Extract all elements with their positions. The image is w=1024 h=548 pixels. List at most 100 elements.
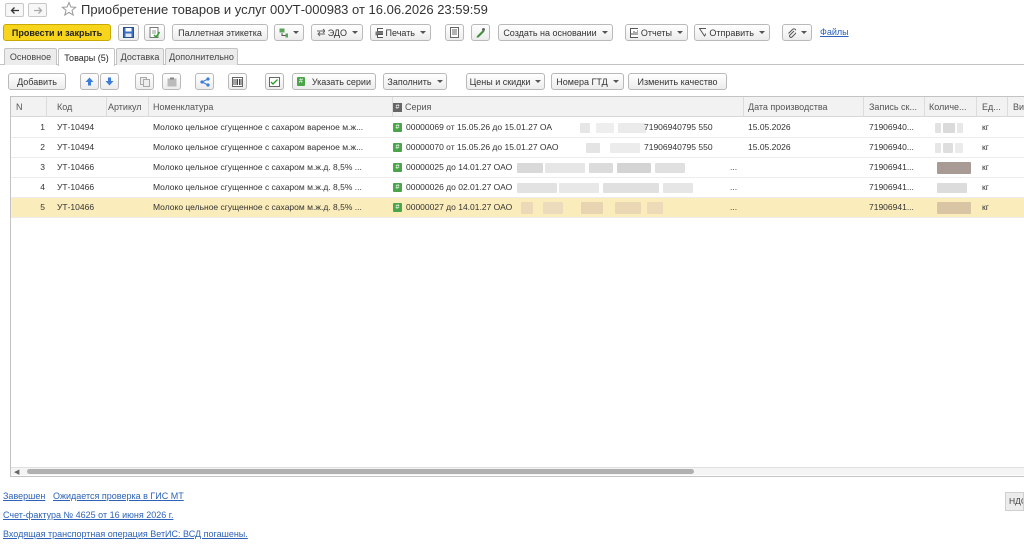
column-header-series[interactable]: # Серия	[388, 97, 744, 117]
main-toolbar: Провести и закрыть Паллетная этикетка ЭД…	[0, 22, 1024, 44]
cell-record: 71906941...	[869, 202, 914, 212]
series-text: 00000027 до 14.01.27 ОАО	[406, 202, 513, 212]
cell-nomenclature: Молоко цельное сгущенное с сахаром м.ж.д…	[153, 182, 362, 192]
redacted-block	[937, 161, 971, 174]
cell-unit: кг	[982, 142, 989, 152]
specify-series-button[interactable]: # Указать серии	[292, 73, 376, 90]
cell-code: УТ-10494	[57, 142, 95, 152]
share-icon	[199, 76, 210, 87]
chevron-down-icon	[436, 80, 443, 83]
column-header-nomenclature[interactable]: Номенклатура	[148, 97, 393, 117]
cell-production-date: 15.05.2026	[748, 122, 791, 132]
structure-button[interactable]	[274, 24, 304, 41]
arrow-left-icon	[10, 7, 19, 14]
redacted-block	[542, 201, 563, 214]
favorite-star-icon[interactable]	[61, 1, 77, 17]
pallet-label-button[interactable]: Паллетная этикетка	[172, 24, 268, 41]
post-button[interactable]	[144, 24, 165, 41]
tab-main[interactable]: Основное	[4, 48, 57, 65]
redacted-block	[935, 122, 941, 133]
column-header-n[interactable]: N	[11, 97, 47, 117]
chevron-down-icon	[601, 31, 608, 34]
gis-mt-check-link[interactable]: Ожидается проверка в ГИС МТ	[53, 491, 184, 501]
column-header-code[interactable]: Код	[52, 97, 107, 117]
move-down-button[interactable]	[100, 73, 119, 90]
cell-n: 2	[40, 142, 45, 152]
redacted-block	[957, 122, 963, 133]
edo-button[interactable]: ЭДО	[311, 24, 363, 41]
back-button[interactable]	[5, 3, 24, 17]
vetis-link[interactable]: Входящая транспортная операция ВетИС: ВС…	[3, 529, 248, 539]
redacted-block	[646, 201, 663, 214]
column-header-quantity[interactable]: Количе...	[924, 97, 977, 117]
check-series-button[interactable]	[265, 73, 284, 90]
tab-delivery[interactable]: Доставка	[116, 48, 164, 65]
move-up-button[interactable]	[80, 73, 99, 90]
cell-article	[103, 118, 148, 137]
print-button[interactable]: Печать	[370, 24, 431, 41]
pencil-check-icon	[476, 28, 485, 38]
files-link[interactable]: Файлы	[820, 27, 849, 37]
series-text: 00000025 до 14.01.27 ОАО	[406, 162, 513, 172]
change-quality-button[interactable]: Изменить качество	[628, 73, 727, 90]
cell-production-date	[743, 178, 864, 197]
movements-button[interactable]	[445, 24, 464, 41]
arrow-down-icon	[105, 77, 114, 86]
gtd-numbers-button[interactable]: Номера ГТД	[551, 73, 624, 90]
table-row[interactable]: 2 УТ-10494 Молоко цельное сгущенное с са…	[11, 138, 1024, 158]
chevron-down-icon	[352, 31, 358, 34]
fill-button[interactable]: Заполнить	[383, 73, 447, 90]
cell-unit: кг	[982, 122, 989, 132]
attach-button[interactable]	[782, 24, 812, 41]
specify-series-label: Указать серии	[311, 76, 371, 87]
column-header-record[interactable]: Запись ск...	[864, 97, 925, 117]
chevron-down-icon	[535, 80, 542, 83]
tab-additional[interactable]: Дополнительно	[165, 48, 238, 65]
column-header-series-label: Серия	[405, 102, 432, 112]
reports-button[interactable]: Отчеты	[625, 24, 688, 41]
scrollbar-thumb[interactable]	[27, 469, 694, 474]
split-row-button[interactable]	[195, 73, 214, 90]
cell-nomenclature: Молоко цельное сгущенное с сахаром варен…	[153, 142, 364, 152]
table-row[interactable]: 3 УТ-10466 Молоко цельное сгущенное с са…	[11, 158, 1024, 178]
column-header-production-date[interactable]: Дата производства	[743, 97, 864, 117]
series-hash-icon: #	[297, 77, 305, 86]
redacted-block	[586, 142, 601, 153]
clipboard-icon	[167, 77, 176, 86]
paste-button[interactable]	[162, 73, 181, 90]
table-horizontal-scrollbar[interactable]: ◀	[11, 467, 1024, 476]
scroll-left-icon[interactable]: ◀	[14, 468, 19, 476]
cell-production-date	[743, 198, 864, 217]
series-tail: ...	[730, 202, 738, 212]
edit-properties-button[interactable]	[471, 24, 490, 41]
checklist-icon	[269, 76, 280, 87]
prices-discounts-button[interactable]: Цены и скидки	[466, 73, 545, 90]
column-header-article[interactable]: Артикул	[103, 97, 149, 117]
invoice-link[interactable]: Счет-фактура № 4625 от 16 июня 2026 г.	[3, 510, 173, 520]
series-text: 00000070 от 15.05.26 до 15.01.27 ОАО	[406, 142, 559, 152]
cell-record: 71906941...	[869, 162, 914, 172]
barcode-button[interactable]	[228, 73, 247, 90]
redacted-block	[580, 122, 591, 133]
series-hash-icon: #	[393, 183, 402, 193]
series-hash-icon: #	[393, 163, 402, 173]
tab-goods[interactable]: Товары (5)	[58, 48, 115, 66]
send-button[interactable]: Отправить	[694, 24, 770, 41]
column-header-unit[interactable]: Ед...	[977, 97, 1008, 117]
add-row-button[interactable]: Добавить	[8, 73, 66, 90]
table-row-selected[interactable]: 5 УТ-10466 Молоко цельное сгущенное с са…	[11, 198, 1024, 218]
post-and-close-button[interactable]: Провести и закрыть	[3, 24, 111, 41]
redacted-block	[943, 122, 955, 133]
table-row[interactable]: 1 УТ-10494 Молоко цельное сгущенное с са…	[11, 118, 1024, 138]
forward-button[interactable]	[28, 3, 47, 17]
tab-strip: Основное Товары (5) Доставка Дополнитель…	[0, 48, 1024, 66]
copy-button[interactable]	[135, 73, 154, 90]
save-button[interactable]	[118, 24, 139, 41]
table-row[interactable]: 4 УТ-10466 Молоко цельное сгущенное с са…	[11, 178, 1024, 198]
redacted-block	[614, 201, 641, 214]
create-based-on-button[interactable]: Создать на основании	[498, 24, 613, 41]
cell-article	[103, 178, 148, 197]
column-header-vid[interactable]: Ви	[1008, 97, 1024, 117]
status-done-link[interactable]: Завершен	[3, 491, 45, 501]
redacted-block	[937, 201, 971, 214]
